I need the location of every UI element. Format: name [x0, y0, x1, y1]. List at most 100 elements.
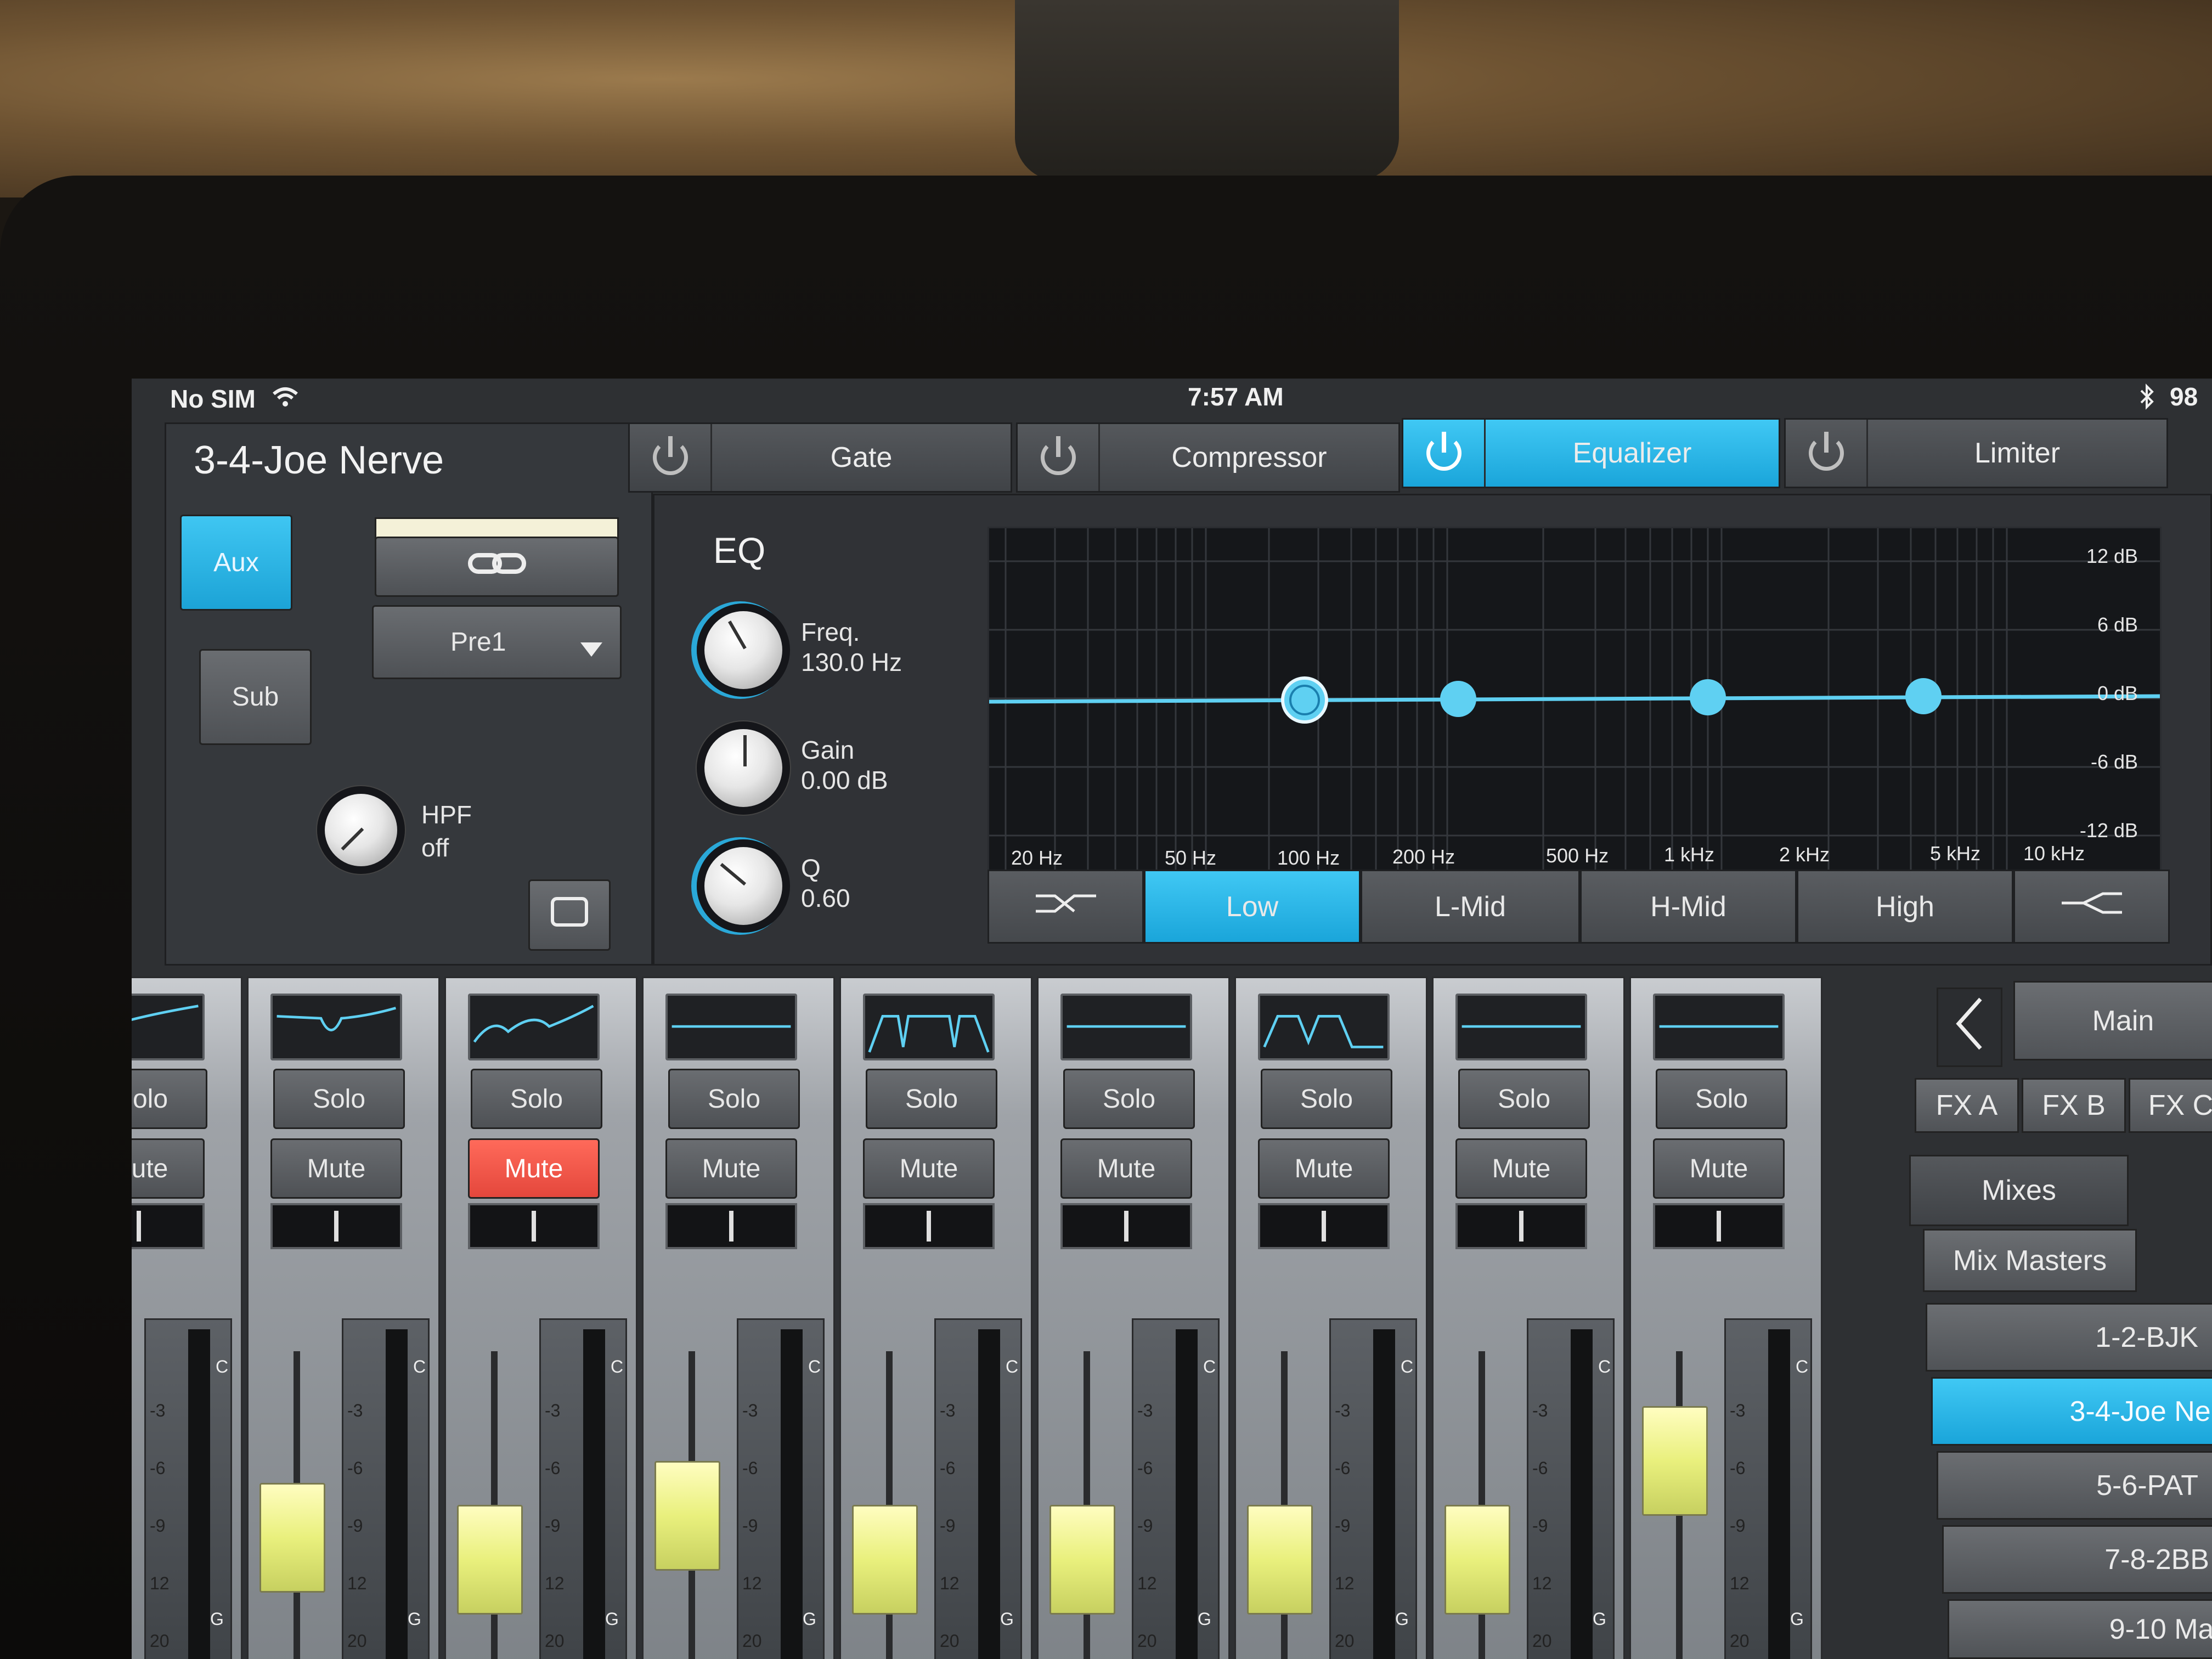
fader-handle[interactable]: [654, 1461, 720, 1571]
mix-item[interactable]: 5-6-PAT: [1937, 1451, 2212, 1520]
fader-handle[interactable]: [1247, 1505, 1313, 1615]
mute-button[interactable]: Mute: [665, 1138, 797, 1199]
eq-graph[interactable]: 12 dB 6 dB 0 dB -6 dB -12 dB 20 Hz 50 Hz…: [988, 527, 2162, 878]
q-label: Q: [801, 854, 821, 882]
tab-equalizer-label: Equalizer: [1572, 437, 1692, 469]
fader-handle[interactable]: [1642, 1406, 1708, 1516]
mute-button[interactable]: Mute: [468, 1138, 600, 1199]
fader-handle[interactable]: [259, 1483, 325, 1593]
mute-button[interactable]: Mute: [270, 1138, 402, 1199]
meter-label: -9: [347, 1516, 363, 1536]
pan-control[interactable]: [665, 1203, 797, 1249]
solo-button[interactable]: Solo: [668, 1069, 800, 1129]
solo-button[interactable]: Solo: [273, 1069, 405, 1129]
high-shelf-icon: [2059, 889, 2125, 924]
aux-button[interactable]: Aux: [180, 515, 292, 611]
band-h-mid-label: H-Mid: [1650, 890, 1726, 923]
eq-thumbnail[interactable]: [270, 994, 402, 1060]
pan-control[interactable]: [468, 1203, 600, 1249]
meter-label: G: [210, 1609, 224, 1629]
eq-thumbnail[interactable]: [863, 994, 995, 1060]
pan-control[interactable]: [1060, 1203, 1192, 1249]
level-meter: [978, 1329, 1000, 1659]
channel-strip: Solo Mute C -3 -6 -9 12 20 G: [444, 977, 637, 1659]
freq-knob[interactable]: [697, 603, 790, 697]
eq-thumbnail[interactable]: [665, 994, 797, 1060]
band-high[interactable]: High: [1797, 870, 2013, 944]
mix-item[interactable]: 9-10 Mai: [1948, 1599, 2212, 1659]
meter-label: C: [611, 1357, 624, 1376]
equalizer-power-button[interactable]: [1403, 420, 1486, 487]
pan-control[interactable]: [270, 1203, 402, 1249]
solo-button[interactable]: Solo: [866, 1069, 997, 1129]
mute-button[interactable]: Mute: [1455, 1138, 1587, 1199]
high-shelf-button[interactable]: [2013, 870, 2170, 944]
eq-thumbnail[interactable]: [132, 994, 205, 1060]
mix-item[interactable]: 7-8-2BB: [1942, 1525, 2212, 1594]
freq-tick: 200 Hz: [1392, 845, 1455, 868]
pan-control[interactable]: [863, 1203, 995, 1249]
db-label: -12 dB: [2079, 819, 2138, 842]
eq-thumbnail[interactable]: [468, 994, 600, 1060]
meter-label: 12: [150, 1573, 170, 1593]
tab-limiter[interactable]: Limiter: [1784, 418, 2168, 488]
eq-thumbnail[interactable]: [1653, 994, 1785, 1060]
solo-button[interactable]: Solo: [1656, 1069, 1787, 1129]
main-button[interactable]: Main: [2013, 981, 2212, 1060]
band-h-mid[interactable]: H-Mid: [1580, 870, 1797, 944]
fader-handle[interactable]: [852, 1505, 918, 1615]
pan-control[interactable]: [1455, 1203, 1587, 1249]
tab-mixes[interactable]: Mixes: [1909, 1155, 2129, 1226]
gain-knob[interactable]: [697, 721, 790, 815]
tab-equalizer[interactable]: Equalizer: [1402, 418, 1780, 488]
meter-label: 20: [1335, 1631, 1355, 1651]
expand-button[interactable]: [528, 879, 611, 951]
solo-button[interactable]: Solo: [1063, 1069, 1195, 1129]
fx-b-button[interactable]: FX B: [2022, 1078, 2126, 1133]
pan-control[interactable]: [132, 1203, 205, 1249]
fx-c-button[interactable]: FX C: [2129, 1078, 2212, 1133]
tab-limiter-label: Limiter: [1974, 437, 2061, 469]
mute-button[interactable]: Mute: [863, 1138, 995, 1199]
mute-button[interactable]: Mute: [1060, 1138, 1192, 1199]
eq-thumbnail[interactable]: [1258, 994, 1390, 1060]
band-l-mid[interactable]: L-Mid: [1361, 870, 1580, 944]
q-knob[interactable]: [697, 839, 790, 933]
link-button[interactable]: [375, 537, 619, 597]
solo-button[interactable]: Solo: [471, 1069, 602, 1129]
band-low[interactable]: Low: [1144, 870, 1361, 944]
level-meter: [1373, 1329, 1395, 1659]
low-shelf-button[interactable]: [988, 870, 1144, 944]
mix-item-selected[interactable]: 3-4-Joe Ner: [1931, 1377, 2212, 1446]
fader-handle[interactable]: [1444, 1505, 1510, 1615]
meter-label: C: [1796, 1357, 1809, 1376]
meter-label: 20: [742, 1631, 762, 1651]
mute-button[interactable]: Mute: [132, 1138, 205, 1199]
eq-thumbnail[interactable]: [1455, 994, 1587, 1060]
solo-button[interactable]: Solo: [1458, 1069, 1590, 1129]
limiter-power-button[interactable]: [1786, 420, 1868, 487]
sub-button[interactable]: Sub: [199, 649, 312, 745]
mix-item[interactable]: 1-2-BJK: [1926, 1303, 2212, 1372]
meter-label: G: [408, 1609, 421, 1629]
fader-handle[interactable]: [457, 1505, 523, 1615]
fader-handle[interactable]: [1049, 1505, 1115, 1615]
tab-compressor[interactable]: Compressor: [1016, 422, 1400, 493]
mute-button[interactable]: Mute: [1653, 1138, 1785, 1199]
solo-button[interactable]: Solo: [1261, 1069, 1392, 1129]
eq-grid: [989, 528, 2160, 876]
fx-a-button[interactable]: FX A: [1915, 1078, 2019, 1133]
solo-button[interactable]: Solo: [132, 1069, 207, 1129]
eq-thumbnail[interactable]: [1060, 994, 1192, 1060]
mute-button[interactable]: Mute: [1258, 1138, 1390, 1199]
meter-label: G: [1395, 1609, 1409, 1629]
back-button[interactable]: [1937, 988, 2002, 1067]
hpf-knob[interactable]: [317, 786, 405, 874]
pan-control[interactable]: [1653, 1203, 1785, 1249]
mix-masters-button[interactable]: Mix Masters: [1923, 1229, 2137, 1292]
compressor-power-button[interactable]: [1018, 424, 1100, 491]
tab-gate[interactable]: Gate: [628, 422, 1012, 493]
pan-control[interactable]: [1258, 1203, 1390, 1249]
source-dropdown[interactable]: Pre1: [372, 605, 622, 679]
gate-power-button[interactable]: [630, 424, 712, 491]
